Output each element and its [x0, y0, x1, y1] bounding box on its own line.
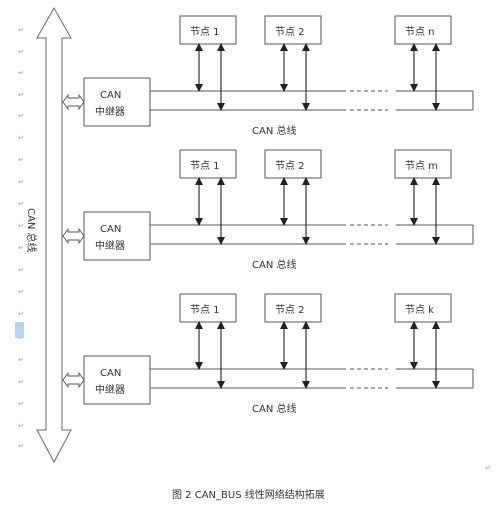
connector-arrow-icon — [62, 371, 85, 389]
repeater-label-line1: CAN — [100, 368, 121, 379]
repeater-box — [83, 211, 151, 261]
paragraph-mark: ↵ — [18, 134, 24, 142]
repeater-label-line1: CAN — [100, 224, 121, 235]
bus-label: CAN 总线 — [252, 124, 296, 137]
paragraph-mark: ↵ — [18, 356, 24, 364]
repeater-label-line1: CAN — [100, 90, 121, 101]
paragraph-marks: ↵↵↵↵↵↵↵↵↵↵↵↵↵↵↵↵↵↵↵↵ — [18, 26, 24, 450]
paragraph-mark: ↵ — [18, 442, 24, 450]
bus-segment: CAN 中继器 节点 1 节点 2 节点 k CAN 总线 — [62, 293, 474, 415]
figure-caption: 图 2 CAN_BUS 线性网络结构拓展 — [172, 488, 325, 501]
main-bus-label: CAN 总线 — [25, 208, 38, 252]
connector-arrow-icon — [62, 93, 85, 111]
node-label: 节点 n — [405, 26, 435, 38]
node-label: 节点 k — [405, 304, 434, 316]
paragraph-mark: ↵ — [485, 464, 491, 472]
node-label: 节点 2 — [275, 304, 305, 316]
repeater-box — [83, 355, 151, 405]
paragraph-mark: ↵ — [18, 112, 24, 120]
paragraph-mark: ↵ — [18, 400, 24, 408]
paragraph-mark: ↵ — [18, 178, 24, 186]
paragraph-mark: ↵ — [18, 200, 24, 208]
repeater-label-line2: 中继器 — [95, 383, 125, 396]
paragraph-mark: ↵ — [18, 222, 24, 230]
can-bus-diagram: ↵↵↵↵↵↵↵↵↵↵↵↵↵↵↵↵↵↵↵↵ CAN 总线 CAN中继器节点 1节点… — [15, 6, 491, 501]
paragraph-mark: ↵ — [18, 91, 24, 99]
paragraph-mark: ↵ — [18, 244, 24, 252]
paragraph-mark: ↵ — [18, 310, 24, 318]
paragraph-mark: ↵ — [18, 266, 24, 274]
paragraph-mark: ↵ — [18, 378, 24, 386]
repeater-label-line2: 中继器 — [95, 105, 125, 118]
bus-segment: CAN 中继器 节点 1 节点 2 节点 m CAN 总线 — [62, 149, 474, 271]
paragraph-mark: ↵ — [18, 422, 24, 430]
text-selection-highlight — [15, 322, 24, 338]
bus-label: CAN 总线 — [252, 402, 296, 415]
node-label: 节点 2 — [275, 160, 305, 172]
paragraph-mark: ↵ — [18, 69, 24, 77]
node-label: 节点 1 — [190, 304, 220, 316]
bus-label: CAN 总线 — [252, 258, 296, 271]
repeater-label-line2: 中继器 — [95, 239, 125, 252]
paragraph-mark: ↵ — [18, 26, 24, 34]
connector-arrow-icon — [62, 227, 85, 245]
repeater-box — [83, 77, 151, 127]
node-label: 节点 1 — [190, 160, 220, 172]
node-label: 节点 1 — [190, 26, 220, 38]
paragraph-mark: ↵ — [18, 288, 24, 296]
paragraph-mark: ↵ — [18, 156, 24, 164]
node-label: 节点 2 — [275, 26, 305, 38]
bus-segment: CAN 中继器 节点 1 节点 2 节点 n CAN 总线 — [62, 15, 474, 137]
node-label: 节点 m — [405, 160, 438, 172]
paragraph-mark: ↵ — [18, 48, 24, 56]
